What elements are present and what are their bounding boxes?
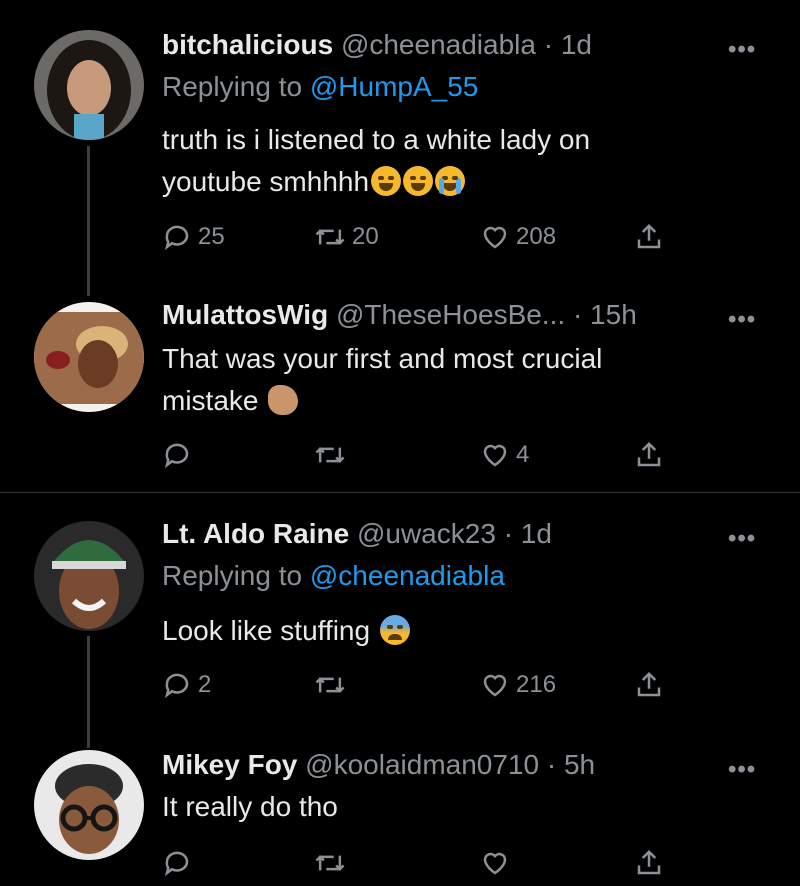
share-button[interactable] [634,668,664,702]
replying-to-label: Replying to [162,71,303,102]
divider [0,492,800,493]
retweet-button[interactable] [314,438,352,472]
clapping-hands-emoji [268,385,299,415]
separator-dot: · [503,518,514,549]
like-button[interactable]: 208 [480,220,556,254]
like-button[interactable]: 216 [480,668,556,702]
user-handle[interactable]: @TheseHoesBe... [336,299,565,330]
replying-to: Replying to @HumpA_55 [162,70,478,104]
retweet-icon [315,229,345,245]
tweet-text-line: It really do tho [162,791,338,822]
more-options-button[interactable]: ••• [728,38,756,62]
share-icon [637,441,661,467]
like-icon [483,674,507,697]
more-icon: ••• [728,306,757,333]
user-handle[interactable]: @cheenadiabla [341,29,536,60]
timestamp[interactable]: 1d [521,518,552,549]
avatar[interactable] [34,521,144,631]
reply-button[interactable] [162,438,198,472]
reply-icon [164,851,189,877]
tweet-text-line: truth is i listened to a white lady on [162,124,591,155]
avatar[interactable] [34,30,144,140]
user-handle[interactable]: @koolaidman0710 [305,749,539,780]
avatar[interactable] [34,750,144,860]
reply-icon [164,673,189,699]
more-options-button[interactable]: ••• [728,758,756,782]
tweet-actions: 25 20 208 [162,220,682,254]
anxious-face-emoji [379,615,410,645]
avatar[interactable] [34,302,144,412]
display-name[interactable]: bitchalicious [162,29,333,60]
reply-button[interactable]: 25 [162,220,225,254]
share-button[interactable] [634,846,664,880]
reply-button[interactable] [162,846,198,880]
share-icon [637,223,661,249]
more-options-button[interactable]: ••• [728,527,756,551]
tweet-actions: 4 [162,438,682,472]
share-button[interactable] [634,438,664,472]
like-icon [483,226,507,249]
separator-dot: · [546,749,557,780]
retweet-icon [315,447,345,463]
separator-dot: · [543,29,554,60]
tweet-text: truth is i listened to a white lady on y… [162,119,722,203]
like-icon [483,852,507,875]
like-button[interactable] [480,846,516,880]
thread-line [87,636,90,748]
thread-line [87,146,90,296]
user-handle[interactable]: @uwack23 [357,518,496,549]
reply-count: 25 [198,223,225,250]
timestamp[interactable]: 5h [564,749,595,780]
tweet-actions: 2 216 [162,668,682,702]
tweet-text-line: youtube smhhhh [162,166,370,197]
share-icon [637,671,661,697]
separator-dot: · [572,299,583,330]
share-button[interactable] [634,220,664,254]
retweet-icon [315,855,345,871]
display-name[interactable]: MulattosWig [162,299,328,330]
rolling-laughing-emoji [403,166,434,196]
tweet-text: It really do tho [162,786,722,828]
share-icon [637,849,661,875]
like-icon [483,444,507,467]
tweet-text-line: Look like stuffing [162,615,371,646]
reply-icon [164,443,189,469]
like-count: 4 [516,441,530,468]
display-name[interactable]: Mikey Foy [162,749,297,780]
retweet-icon [315,677,345,693]
retweet-button[interactable]: 20 [314,220,379,254]
rolling-laughing-emoji [371,166,402,196]
tweet-text: That was your first and most crucial mis… [162,338,722,422]
retweet-button[interactable] [314,846,352,880]
tweet-actions [162,846,682,880]
like-button[interactable]: 4 [480,438,529,472]
like-count: 208 [516,223,557,250]
tweet-text-line: That was your first and most crucial [162,343,603,374]
retweet-button[interactable] [314,668,352,702]
retweet-count: 20 [352,223,379,250]
tweet-text: Look like stuffing [162,610,722,652]
mention-link[interactable]: @HumpA_55 [310,71,479,102]
mention-link[interactable]: @cheenadiabla [310,560,505,591]
more-icon: ••• [728,756,757,783]
timestamp[interactable]: 1d [561,29,592,60]
timestamp[interactable]: 15h [590,299,637,330]
like-count: 216 [516,671,557,698]
display-name[interactable]: Lt. Aldo Raine [162,518,349,549]
more-icon: ••• [728,36,757,63]
more-options-button[interactable]: ••• [728,308,756,332]
reply-count: 2 [198,671,212,698]
replying-to-label: Replying to [162,560,303,591]
more-icon: ••• [728,525,757,552]
replying-to: Replying to @cheenadiabla [162,559,505,593]
loudly-crying-emoji [435,166,466,196]
reply-icon [164,225,189,251]
reply-button[interactable]: 2 [162,668,211,702]
tweet-text-line: mistake [162,385,259,416]
